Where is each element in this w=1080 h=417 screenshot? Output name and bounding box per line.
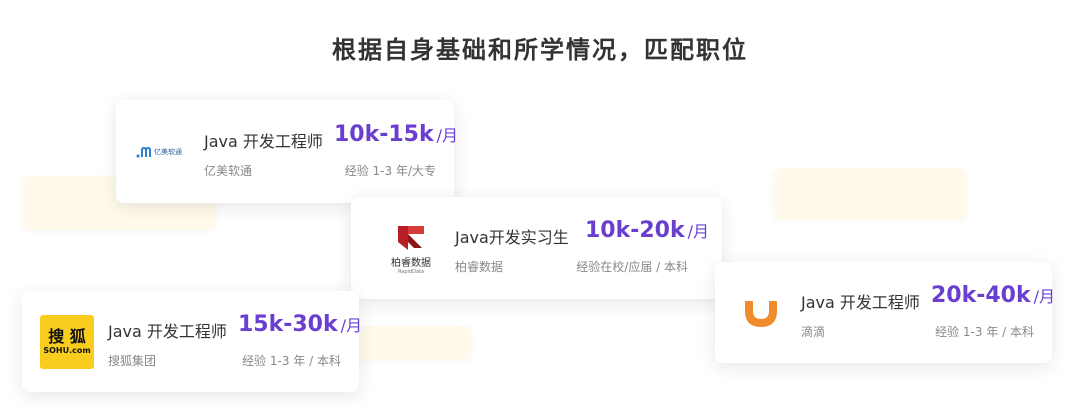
- salary-unit: /月: [436, 126, 459, 145]
- job-title: Java 开发工程师: [801, 293, 920, 312]
- salary-unit: /月: [340, 316, 363, 335]
- yimei-logo: 亿美软通: [134, 138, 194, 164]
- sohu-logo-text-top: 搜 狐: [48, 327, 86, 346]
- salary: 10k-20k/月: [585, 218, 709, 243]
- job-card-rapiddata[interactable]: 柏睿数据 RapidData Java开发实习生 10k-20k/月 柏睿数据 …: [351, 197, 722, 299]
- job-card-yimei[interactable]: 亿美软通 Java 开发工程师 10k-15k/月 亿美软通 经验 1-3 年/…: [116, 100, 458, 203]
- company-name: 搜狐集团: [108, 354, 157, 368]
- salary: 10k-15k/月: [334, 122, 458, 147]
- job-requirement: 经验 1-3 年/大专: [344, 164, 436, 178]
- job-title: Java开发实习生: [455, 228, 569, 247]
- rapiddata-logo: 柏睿数据 RapidData: [381, 219, 441, 277]
- job-requirement: 经验在校/应届 / 本科: [576, 260, 688, 274]
- job-title: Java 开发工程师: [108, 322, 227, 341]
- decorative-card-right: [773, 168, 967, 220]
- company-name: 亿美软通: [204, 164, 253, 178]
- salary-range: 15k-30k: [238, 312, 338, 337]
- rapiddata-logo-subtext: RapidData: [397, 268, 425, 275]
- job-card-didi[interactable]: Java 开发工程师 20k-40k/月 滴滴 经验 1-3 年 / 本科: [715, 262, 1055, 363]
- didi-logo-icon: [745, 301, 777, 327]
- sohu-logo: 搜 狐 SOHU.com: [40, 315, 94, 369]
- rapiddata-mark-icon: [398, 225, 424, 250]
- sohu-logo-text-bottom: SOHU.com: [43, 346, 91, 355]
- job-requirement: 经验 1-3 年 / 本科: [242, 354, 341, 368]
- company-name: 柏睿数据: [455, 260, 504, 274]
- salary: 15k-30k/月: [238, 312, 362, 337]
- didi-logo: [737, 292, 785, 334]
- salary-unit: /月: [1033, 287, 1056, 306]
- job-requirement: 经验 1-3 年 / 本科: [935, 325, 1034, 339]
- salary-range: 10k-15k: [334, 122, 434, 147]
- salary: 20k-40k/月: [931, 283, 1055, 308]
- yimei-logo-icon: 亿美软通: [136, 146, 182, 158]
- rapiddata-logo-text: 柏睿数据: [391, 257, 431, 269]
- decorative-card-bottom: [352, 326, 472, 360]
- page-title: 根据自身基础和所学情况，匹配职位: [332, 36, 748, 64]
- job-title: Java 开发工程师: [204, 132, 323, 151]
- svg-text:亿美软通: 亿美软通: [154, 147, 182, 156]
- company-name: 滴滴: [801, 325, 826, 339]
- salary-unit: /月: [687, 222, 710, 241]
- salary-range: 20k-40k: [931, 283, 1031, 308]
- job-card-sohu[interactable]: 搜 狐 SOHU.com Java 开发工程师 15k-30k/月 搜狐集团 经…: [22, 291, 362, 392]
- salary-range: 10k-20k: [585, 218, 685, 243]
